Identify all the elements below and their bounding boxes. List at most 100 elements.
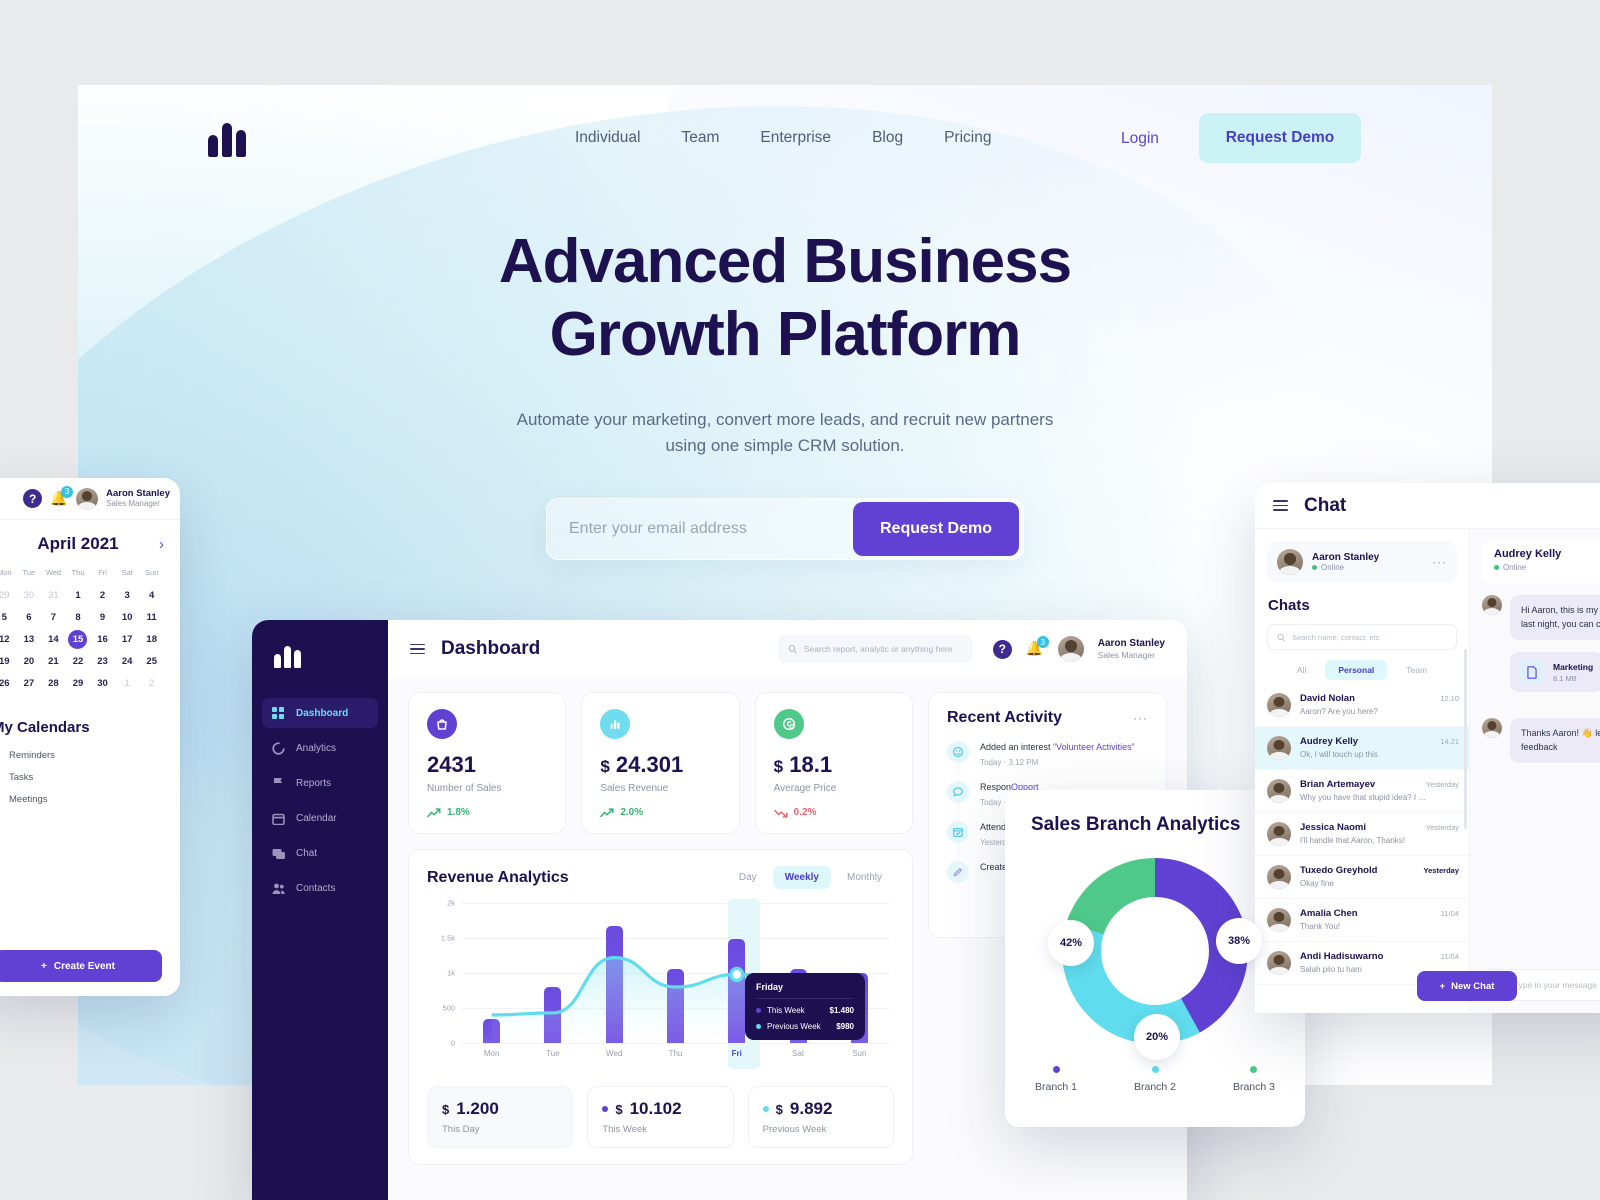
sidebar-item-chat[interactable]: Chat [262, 838, 378, 868]
calendar-day[interactable]: 14 [41, 630, 66, 649]
nav-link-team[interactable]: Team [682, 129, 720, 147]
calendar-day[interactable]: 8 [66, 608, 91, 627]
calendar-day[interactable]: 30 [90, 674, 115, 693]
calendar-day[interactable]: 28 [41, 674, 66, 693]
legend-item[interactable]: Branch 3 [1233, 1066, 1275, 1093]
next-month-icon[interactable]: › [159, 536, 164, 553]
calendar-legend-item[interactable]: Meetings [0, 794, 164, 805]
calendar-day[interactable]: 19 [0, 652, 17, 671]
calendar-day[interactable]: 9 [90, 608, 115, 627]
notifications-bell[interactable]: 🔔 3 [50, 485, 74, 508]
brand-logo-icon[interactable] [208, 121, 246, 157]
calendar-day[interactable]: 2 [139, 674, 164, 693]
nav-link-blog[interactable]: Blog [872, 129, 903, 147]
avatar[interactable] [76, 487, 99, 510]
request-demo-button[interactable]: Request Demo [853, 502, 1019, 556]
search-input[interactable] [803, 644, 963, 654]
chat-tab-team[interactable]: Team [1393, 660, 1440, 680]
calendar-legend-item[interactable]: Tasks [0, 772, 164, 783]
notifications-bell[interactable]: 🔔 3 [1026, 636, 1049, 658]
chat-list-item[interactable]: Audrey Kelly Ok, I will touch up this 14.2… [1255, 727, 1469, 770]
chat-tab-all[interactable]: All [1284, 660, 1319, 680]
calendar-day[interactable]: 6 [17, 608, 42, 627]
calendar-day[interactable]: 21 [41, 652, 66, 671]
calendar-day-selected[interactable]: 15 [68, 630, 88, 649]
sidebar-item-label: Chat [296, 847, 318, 859]
calendar-day[interactable]: 29 [0, 586, 17, 605]
calendar-day[interactable]: 11 [139, 608, 164, 627]
help-icon[interactable]: ? [992, 639, 1012, 659]
chat-list-item[interactable]: Brian Artemayev Why you have that stupid … [1255, 770, 1469, 813]
calendar-icon [272, 812, 285, 825]
nav-link-enterprise[interactable]: Enterprise [760, 129, 831, 147]
calendar-day[interactable]: 22 [66, 652, 91, 671]
conversation-status: Online [1494, 563, 1600, 572]
login-link[interactable]: Login [1121, 130, 1159, 148]
avatar [1267, 951, 1291, 975]
new-chat-button[interactable]: + New Chat [1417, 971, 1517, 1001]
menu-icon[interactable] [410, 643, 425, 655]
calendar-day[interactable]: 20 [17, 652, 42, 671]
calendar-day[interactable]: 16 [90, 630, 115, 649]
menu-icon[interactable] [1273, 500, 1288, 511]
chat-list-item[interactable]: Tuxedo Greyhold Okay fine Yesterday [1255, 856, 1469, 899]
calendar-day[interactable]: 12 [0, 630, 17, 649]
calendar-legend-item[interactable]: Reminders [0, 750, 164, 761]
request-demo-nav-button[interactable]: Request Demo [1199, 113, 1361, 163]
calendar-day[interactable]: 1 [115, 674, 140, 693]
calendar-day[interactable]: 3 [115, 586, 140, 605]
sales-branch-title: Sales Branch Analytics [1031, 814, 1241, 835]
calendar-day[interactable]: 2 [90, 586, 115, 605]
chat-list-item[interactable]: Jessica Naomi I'll handle that Aaron, Tha… [1255, 813, 1469, 856]
chat-list-item[interactable]: David Nolan Aaron? Are you here? 12.10 [1255, 684, 1469, 727]
calendar-day[interactable]: 13 [17, 630, 42, 649]
calendar-day[interactable]: 25 [139, 652, 164, 671]
sidebar-brand-logo-icon[interactable] [274, 646, 388, 668]
chat-timestamp: 11/04 [1440, 952, 1459, 961]
chat-list-item[interactable]: Amalia Chen Thank You! 11/04 [1255, 899, 1469, 942]
donut-chart: 42% 38% 20% [1048, 858, 1262, 1060]
calendar-day[interactable]: 26 [0, 674, 17, 693]
calendar-day[interactable]: 23 [90, 652, 115, 671]
calendar-day[interactable]: 7 [41, 608, 66, 627]
chat-list-scrollbar[interactable] [1464, 649, 1467, 829]
email-input[interactable] [547, 520, 853, 538]
file-attachment[interactable]: Marketing 8.1 MB [1510, 652, 1600, 692]
calendar-day[interactable]: 18 [139, 630, 164, 649]
calendar-day[interactable]: 5 [0, 608, 17, 627]
chat-tab-personal[interactable]: Personal [1325, 660, 1388, 680]
calendar-day[interactable]: 24 [115, 652, 140, 671]
calendar-day[interactable]: 10 [115, 608, 140, 627]
current-user-row[interactable]: Aaron Stanley Online ⋯ [1267, 541, 1457, 583]
create-event-button[interactable]: + Create Event [0, 950, 162, 982]
legend-item[interactable]: Branch 1 [1035, 1066, 1077, 1093]
calendar-day[interactable]: 29 [66, 674, 91, 693]
calendar-day[interactable]: 27 [17, 674, 42, 693]
chat-search-input[interactable] [1292, 632, 1447, 642]
help-icon[interactable]: ? [23, 489, 43, 508]
message-input[interactable] [1513, 980, 1600, 990]
period-day[interactable]: Day [727, 866, 769, 889]
chat-timestamp: 12.10 [1440, 694, 1459, 703]
calendar-day[interactable]: 31 [41, 586, 66, 605]
sidebar-item-calendar[interactable]: Calendar [262, 803, 378, 833]
avatar[interactable] [1057, 636, 1084, 662]
period-monthly[interactable]: Monthly [835, 866, 894, 889]
more-options-icon[interactable]: ⋯ [1432, 554, 1447, 571]
color-dot-icon [756, 1024, 761, 1029]
calendar-day[interactable]: 1 [66, 586, 91, 605]
sidebar-item-contacts[interactable]: Contacts [262, 873, 378, 903]
sidebar-item-reports[interactable]: Reports [262, 768, 378, 798]
activity-link[interactable]: “Volunteer Activities” [1053, 742, 1135, 752]
more-options-icon[interactable]: ⋯ [1133, 710, 1148, 727]
nav-link-individual[interactable]: Individual [575, 129, 641, 147]
sidebar-item-dashboard[interactable]: Dashboard [262, 698, 378, 728]
email-capture-form: Request Demo [546, 498, 1024, 560]
nav-link-pricing[interactable]: Pricing [944, 129, 991, 147]
calendar-day[interactable]: 17 [115, 630, 140, 649]
period-weekly[interactable]: Weekly [772, 866, 831, 889]
sidebar-item-analytics[interactable]: Analytics [262, 733, 378, 763]
calendar-day[interactable]: 4 [139, 586, 164, 605]
calendar-day[interactable]: 30 [17, 586, 42, 605]
legend-item[interactable]: Branch 2 [1134, 1066, 1176, 1093]
